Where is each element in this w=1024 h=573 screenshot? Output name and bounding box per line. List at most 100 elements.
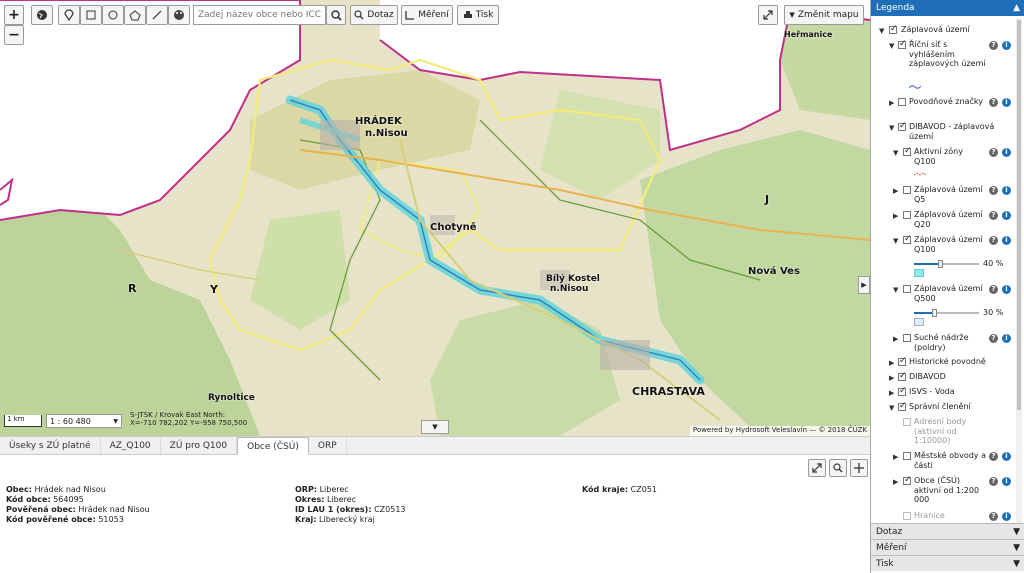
collapse-icon[interactable]: ▼ [893, 237, 898, 245]
checkbox-isvs[interactable] [898, 386, 907, 396]
info-icon[interactable]: i [1002, 236, 1011, 245]
checkbox-spravni[interactable] [898, 401, 907, 411]
legend-item-historicke: Historické povodně [909, 357, 986, 366]
collapse-icon[interactable]: ▼ [889, 42, 894, 50]
scrollbar-thumb[interactable] [1017, 20, 1021, 410]
info-icon[interactable]: i [1002, 452, 1011, 461]
legend-item-povodnove: Povodňové značky [909, 97, 983, 106]
checkbox-dibavod[interactable] [898, 371, 907, 381]
chevron-down-icon: ▼ [1013, 527, 1020, 537]
checkbox-obce[interactable] [903, 475, 912, 485]
checkbox-aktivni[interactable] [903, 146, 912, 156]
slider-handle[interactable] [938, 260, 943, 268]
draw-rectangle-button[interactable] [80, 5, 102, 25]
measure-button[interactable]: Měření [401, 5, 453, 25]
print-button[interactable]: Tisk [457, 5, 499, 25]
tab-az-q100[interactable]: AZ_Q100 [101, 437, 161, 454]
q500-opacity-slider[interactable] [914, 309, 979, 317]
query-button[interactable]: Dotaz [350, 5, 398, 25]
help-icon[interactable]: ? [989, 148, 998, 157]
accordion-tisk[interactable]: Tisk ▼ [871, 555, 1024, 571]
tab-zu-q100[interactable]: ZÚ pro Q100 [161, 437, 238, 454]
expand-icon[interactable]: ▶ [893, 478, 898, 486]
info-icon[interactable]: i [1002, 285, 1011, 294]
zoom-out-button[interactable]: − [4, 25, 24, 45]
zoom-in-button[interactable]: + [4, 5, 24, 25]
expand-icon[interactable]: ▶ [889, 99, 894, 107]
help-icon[interactable]: ? [989, 334, 998, 343]
tab-obce[interactable]: Obce (ČSÚ) [237, 437, 309, 455]
checkbox-povodnove[interactable] [898, 98, 906, 106]
info-icon[interactable]: i [1002, 334, 1011, 343]
checkbox-suche[interactable] [903, 334, 911, 342]
accordion-mereni[interactable]: Měření ▼ [871, 539, 1024, 555]
caret-down-icon: ▼ [789, 11, 795, 19]
info-icon[interactable]: i [1002, 211, 1011, 220]
search-input[interactable] [193, 5, 326, 25]
legend-toggle-button[interactable]: ▶ [858, 276, 870, 294]
help-icon[interactable]: ? [989, 236, 998, 245]
info-icon[interactable]: i [1002, 98, 1011, 107]
info-icon[interactable]: i [1002, 148, 1011, 157]
help-icon[interactable]: ? [989, 211, 998, 220]
checkbox-dibavod-zap[interactable] [898, 121, 907, 131]
collapse-icon[interactable]: ▼ [889, 404, 894, 412]
collapse-icon[interactable]: ▼ [893, 149, 898, 157]
checkbox-mestske[interactable] [903, 452, 911, 460]
checkbox-q5[interactable] [903, 186, 911, 194]
zoom-to-feature-button[interactable] [829, 459, 847, 477]
help-icon[interactable]: ? [989, 41, 998, 50]
checkbox-hranice[interactable] [903, 512, 911, 520]
slider-handle[interactable] [931, 309, 937, 317]
collapse-icon[interactable]: ▼ [893, 286, 898, 294]
expand-icon[interactable]: ▶ [889, 359, 894, 367]
legend-header[interactable]: Legenda ▲ [871, 0, 1024, 16]
legend-item-zaplavova: Záplavová území [901, 25, 970, 34]
checkbox-q100[interactable] [903, 234, 912, 244]
expand-icon[interactable]: ▶ [893, 453, 898, 461]
draw-line-button[interactable] [146, 5, 168, 25]
checkbox-historicke[interactable] [898, 356, 907, 366]
help-icon[interactable]: ? [989, 512, 998, 521]
checkbox-zaplavova[interactable] [889, 24, 898, 34]
pan-to-feature-button[interactable] [850, 459, 868, 477]
scale-select[interactable]: 1 : 60 480 ▼ [46, 414, 122, 428]
checkbox-q500[interactable] [903, 285, 911, 293]
accordion-dotaz[interactable]: Dotaz ▼ [871, 523, 1024, 539]
expand-icon[interactable]: ▶ [893, 187, 898, 195]
collapse-icon[interactable]: ▼ [879, 27, 884, 35]
expand-icon[interactable]: ▶ [893, 335, 898, 343]
panel-expand-button[interactable] [808, 459, 826, 477]
tab-orp[interactable]: ORP [309, 437, 347, 454]
help-icon[interactable]: ? [989, 477, 998, 486]
map-view[interactable]: HRÁDEK n.Nisou Chotyně Bílý Kostel n.Nis… [0, 0, 870, 436]
checkbox-ricni[interactable] [898, 39, 907, 49]
legend-scrollbar[interactable] [1016, 18, 1022, 523]
search-button[interactable] [326, 5, 346, 25]
draw-point-button[interactable] [58, 5, 80, 25]
fullscreen-button[interactable] [758, 5, 778, 25]
help-icon[interactable]: ? [989, 186, 998, 195]
change-map-button[interactable]: ▼ Změnit mapu [784, 5, 864, 25]
info-icon[interactable]: i [1002, 477, 1011, 486]
info-icon[interactable]: i [1002, 512, 1011, 521]
caret-down-icon: ▼ [432, 423, 438, 431]
q100-opacity-slider[interactable] [914, 260, 979, 268]
expand-icon[interactable]: ▶ [889, 389, 894, 397]
locate-button[interactable] [31, 5, 53, 25]
draw-polygon-button[interactable] [124, 5, 146, 25]
draw-circle-button[interactable] [102, 5, 124, 25]
palette-button[interactable] [168, 5, 190, 25]
expand-icon[interactable]: ▶ [893, 212, 898, 220]
help-icon[interactable]: ? [989, 285, 998, 294]
tab-useky[interactable]: Úseky s ZÚ platné [0, 437, 101, 454]
panel-toggle-button[interactable]: ▼ [421, 420, 449, 434]
collapse-icon[interactable]: ▼ [889, 124, 894, 132]
help-icon[interactable]: ? [989, 452, 998, 461]
checkbox-adresni[interactable] [903, 418, 911, 426]
info-icon[interactable]: i [1002, 186, 1011, 195]
checkbox-q20[interactable] [903, 211, 911, 219]
expand-icon[interactable]: ▶ [889, 374, 894, 382]
help-icon[interactable]: ? [989, 98, 998, 107]
info-icon[interactable]: i [1002, 41, 1011, 50]
